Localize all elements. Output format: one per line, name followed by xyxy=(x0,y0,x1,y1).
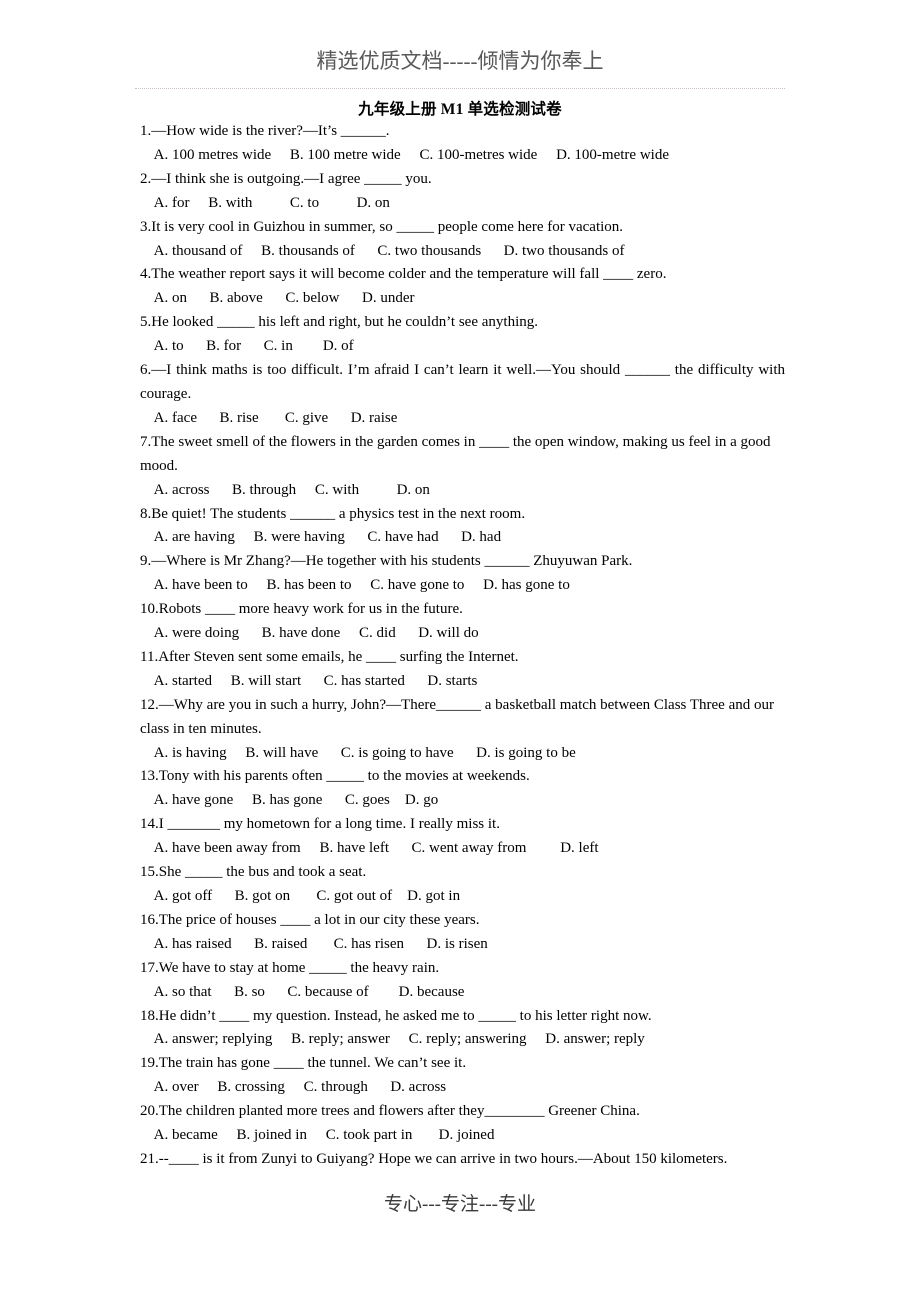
question-options: A. over B. crossing C. through D. across xyxy=(147,1079,447,1096)
question-options: A. have been to B. has been to C. have g… xyxy=(147,577,570,594)
question-stem: 11.After Steven sent some emails, he ___… xyxy=(140,648,519,665)
question-options: A. are having B. were having C. have had… xyxy=(147,529,502,546)
question-options: A. on B. above C. below D. under xyxy=(147,290,415,307)
document-page: 精选优质文档-----倾情为你奉上 九年级上册 M1 单选检测试卷 1.—How… xyxy=(0,0,920,1302)
question-stem: 18.He didn’t ____ my question. Instead, … xyxy=(140,1007,652,1024)
question-options: A. were doing B. have done C. did D. wil… xyxy=(147,625,479,642)
question-stem: 4.The weather report says it will become… xyxy=(140,266,667,283)
question-options: A. started B. will start C. has started … xyxy=(147,672,478,689)
question-options: A. to B. for C. in D. of xyxy=(147,338,354,355)
question-stem: 21.--____ is it from Zunyi to Guiyang? H… xyxy=(140,1150,728,1167)
question-options: A. has raised B. raised C. has risen D. … xyxy=(147,935,488,952)
question-list: 1.—How wide is the river?—It’s ______. A… xyxy=(140,120,785,1172)
question-options: A. became B. joined in C. took part in D… xyxy=(147,1127,495,1144)
question-options: A. have been away from B. have left C. w… xyxy=(147,840,599,857)
question-options: A. have gone B. has gone C. goes D. go xyxy=(147,792,439,809)
question-options: A. across B. through C. with D. on xyxy=(147,481,430,498)
question-stem: 19.The train has gone ____ the tunnel. W… xyxy=(140,1055,467,1072)
question-stem: 6.—I think maths is too difficult. I’m a… xyxy=(140,362,785,402)
question-options: A. thousand of B. thousands of C. two th… xyxy=(147,242,625,259)
question-options: A. for B. with C. to D. on xyxy=(147,194,390,211)
question-options: A. is having B. will have C. is going to… xyxy=(147,744,576,761)
question-options: A. so that B. so C. because of D. becaus… xyxy=(147,983,465,1000)
header-watermark-text: 精选优质文档-----倾情为你奉上 xyxy=(316,49,604,73)
question-stem: 17.We have to stay at home _____ the hea… xyxy=(140,959,440,976)
question-stem: 8.Be quiet! The students ______ a physic… xyxy=(140,505,526,522)
question-stem: 14.I _______ my hometown for a long time… xyxy=(140,816,500,833)
question-stem: 1.—How wide is the river?—It’s ______. xyxy=(140,123,390,139)
question-options: A. got off B. got on C. got out of D. go… xyxy=(147,888,461,904)
header-divider-rule xyxy=(135,88,785,90)
question-stem: 7.The sweet smell of the flowers in the … xyxy=(140,433,771,474)
question-stem: 2.—I think she is outgoing.—I agree ____… xyxy=(140,170,432,187)
question-stem: 15.She _____ the bus and took a seat. xyxy=(140,864,367,881)
footer-watermark-text: 专心---专注---专业 xyxy=(384,1194,536,1215)
question-stem: 5.He looked _____ his left and right, bu… xyxy=(140,314,538,331)
question-stem: 13.Tony with his parents often _____ to … xyxy=(140,768,530,785)
question-options: A. 100 metres wide B. 100 metre wide C. … xyxy=(147,146,669,163)
question-stem: 10.Robots ____ more heavy work for us in… xyxy=(140,601,463,618)
page-header: 精选优质文档-----倾情为你奉上 xyxy=(0,0,920,96)
question-stem: 9.—Where is Mr Zhang?—He together with h… xyxy=(140,553,633,570)
question-stem: 20.The children planted more trees and f… xyxy=(140,1103,640,1120)
page-title: 九年级上册 M1 单选检测试卷 xyxy=(358,101,562,118)
question-options: A. face B. rise C. give D. raise xyxy=(147,409,398,426)
question-options: A. answer; replying B. reply; answer C. … xyxy=(147,1031,645,1048)
question-stem: 12.—Why are you in such a hurry, John?—T… xyxy=(140,696,774,737)
question-stem: 3.It is very cool in Guizhou in summer, … xyxy=(140,218,624,235)
question-stem: 16.The price of houses ____ a lot in our… xyxy=(140,911,480,928)
